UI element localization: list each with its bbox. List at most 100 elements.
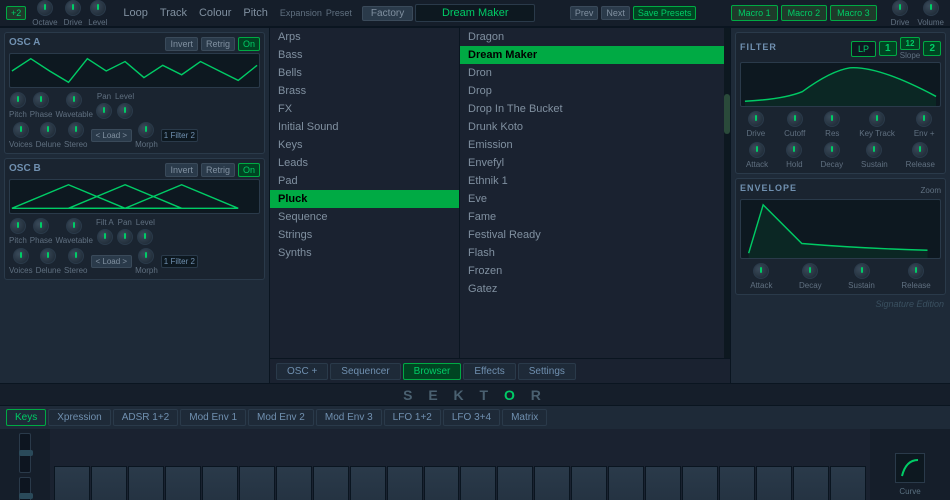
white-key[interactable]	[830, 466, 866, 500]
white-key[interactable]	[350, 466, 386, 500]
osc-b-wavetable-knob[interactable]	[66, 218, 82, 234]
macro1-btn[interactable]: Macro 1	[731, 5, 778, 21]
osc-a-on-btn[interactable]: On	[238, 37, 260, 51]
save-presets-btn[interactable]: Save Presets	[633, 6, 697, 20]
preset-item[interactable]: Dragon	[460, 28, 730, 46]
scrollbar-thumb[interactable]	[724, 94, 730, 134]
osc-a-level-knob[interactable]	[117, 103, 133, 119]
osc-a-phase-knob[interactable]	[33, 92, 49, 108]
preset-item[interactable]: Festival Ready	[460, 226, 730, 244]
white-key[interactable]	[239, 466, 275, 500]
bottom-tab-settings[interactable]: Settings	[518, 363, 576, 380]
osc-a-retrig-btn[interactable]: Retrig	[201, 37, 235, 51]
osc-b-phase-knob[interactable]	[33, 218, 49, 234]
osc-b-delune-knob[interactable]	[40, 248, 56, 264]
filter-num1[interactable]: 1	[879, 41, 897, 56]
osc-b-pan-knob[interactable]	[117, 229, 133, 245]
preset-item[interactable]: Drunk Koto	[460, 118, 730, 136]
bottom-tab-sequencer[interactable]: Sequencer	[330, 363, 400, 380]
osc-a-delune-knob[interactable]	[40, 122, 56, 138]
filter-attack-knob[interactable]	[749, 142, 765, 158]
macro3-btn[interactable]: Macro 3	[830, 5, 877, 21]
category-item[interactable]: Pad	[270, 172, 459, 190]
white-key[interactable]	[497, 466, 533, 500]
octave-knob[interactable]	[37, 0, 53, 16]
pitch-slider-2[interactable]	[19, 477, 31, 500]
filter-hold-knob[interactable]	[786, 142, 802, 158]
category-item[interactable]: Strings	[270, 226, 459, 244]
white-key[interactable]	[645, 466, 681, 500]
osc-b-filter-select[interactable]: 1 Filter 2	[161, 255, 198, 268]
bottom-tab-effects[interactable]: Effects	[463, 363, 515, 380]
bottom-tab-osc+[interactable]: OSC +	[276, 363, 328, 380]
filter-decay-knob[interactable]	[824, 142, 840, 158]
prev-btn[interactable]: Prev	[570, 6, 599, 20]
env-release-knob[interactable]	[908, 263, 924, 279]
octave-badge[interactable]: +2	[6, 6, 26, 20]
white-key[interactable]	[313, 466, 349, 500]
white-key[interactable]	[571, 466, 607, 500]
menu-track[interactable]: Track	[160, 7, 187, 19]
macro2-btn[interactable]: Macro 2	[781, 5, 828, 21]
menu-loop[interactable]: Loop	[123, 7, 147, 19]
preset-scrollbar[interactable]	[724, 28, 730, 358]
osc-a-load-btn[interactable]: < Load >	[91, 129, 133, 142]
filter-num2[interactable]: 12	[900, 37, 921, 50]
category-item[interactable]: Arps	[270, 28, 459, 46]
drive-knob[interactable]	[65, 0, 81, 16]
preset-item[interactable]: Eve	[460, 190, 730, 208]
env-attack-knob[interactable]	[753, 263, 769, 279]
white-key[interactable]	[424, 466, 460, 500]
category-item[interactable]: Sequence	[270, 208, 459, 226]
filter-type[interactable]: LP	[851, 41, 876, 57]
menu-colour[interactable]: Colour	[199, 7, 231, 19]
filter-cutoff-knob[interactable]	[787, 111, 803, 127]
preset-item[interactable]: Drop In The Bucket	[460, 100, 730, 118]
white-key[interactable]	[276, 466, 312, 500]
keys-tab-adsr12[interactable]: ADSR 1+2	[113, 409, 179, 426]
preset-item[interactable]: Dron	[460, 64, 730, 82]
osc-b-stereo-knob[interactable]	[68, 248, 84, 264]
keys-tab-matrix[interactable]: Matrix	[502, 409, 547, 426]
white-key[interactable]	[719, 466, 755, 500]
keys-tab-lfo12[interactable]: LFO 1+2	[384, 409, 441, 426]
category-item[interactable]: Bass	[270, 46, 459, 64]
category-item[interactable]: Bells	[270, 64, 459, 82]
white-key[interactable]	[128, 466, 164, 500]
category-item[interactable]: Pluck	[270, 190, 459, 208]
preset-item[interactable]: Drop	[460, 82, 730, 100]
preset-item[interactable]: Fame	[460, 208, 730, 226]
category-item[interactable]: Brass	[270, 82, 459, 100]
osc-a-wavetable-knob[interactable]	[66, 92, 82, 108]
filter-sustain-knob[interactable]	[866, 142, 882, 158]
filter-drive-knob[interactable]	[748, 111, 764, 127]
category-item[interactable]: FX	[270, 100, 459, 118]
white-key[interactable]	[756, 466, 792, 500]
preset-item[interactable]: Gatez	[460, 280, 730, 298]
preset-item[interactable]: Emission	[460, 136, 730, 154]
keys-tab-lfo34[interactable]: LFO 3+4	[443, 409, 500, 426]
menu-pitch[interactable]: Pitch	[243, 7, 267, 19]
next-btn[interactable]: Next	[601, 6, 630, 20]
osc-b-filt-knob[interactable]	[97, 229, 113, 245]
white-key[interactable]	[608, 466, 644, 500]
filter-env-knob[interactable]	[916, 111, 932, 127]
category-item[interactable]: Leads	[270, 154, 459, 172]
osc-b-pitch-knob[interactable]	[10, 218, 26, 234]
white-key[interactable]	[91, 466, 127, 500]
filter-num3[interactable]: 2	[923, 41, 941, 56]
white-key[interactable]	[682, 466, 718, 500]
osc-b-morph-knob[interactable]	[138, 248, 154, 264]
white-key[interactable]	[202, 466, 238, 500]
filter-keytrack-knob[interactable]	[869, 111, 885, 127]
keys-tab-modenv3[interactable]: Mod Env 3	[316, 409, 382, 426]
osc-a-stereo-knob[interactable]	[68, 122, 84, 138]
white-key[interactable]	[793, 466, 829, 500]
osc-a-filter-select[interactable]: 1 Filter 2	[161, 129, 198, 142]
white-key[interactable]	[460, 466, 496, 500]
volume-knob[interactable]	[923, 0, 939, 16]
white-key[interactable]	[54, 466, 90, 500]
preset-item[interactable]: Envefyl	[460, 154, 730, 172]
osc-b-level-knob[interactable]	[137, 229, 153, 245]
keys-tab-modenv2[interactable]: Mod Env 2	[248, 409, 314, 426]
